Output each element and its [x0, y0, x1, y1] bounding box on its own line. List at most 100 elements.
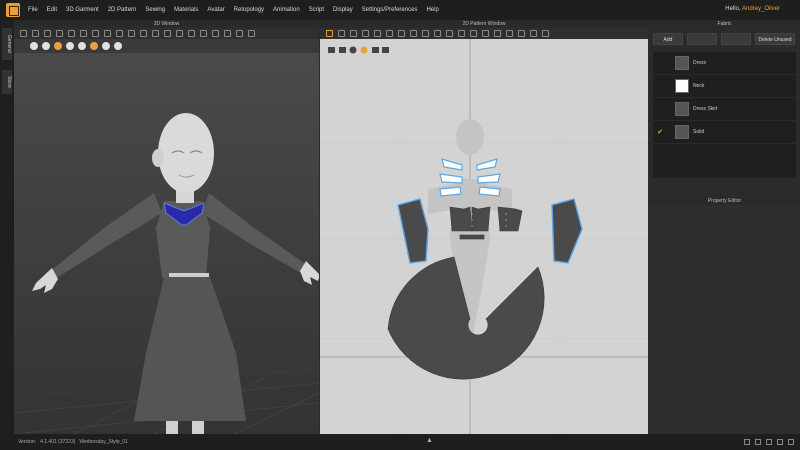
render-icon[interactable] — [66, 42, 74, 50]
select-move-icon[interactable] — [32, 30, 39, 37]
tab-general[interactable]: General — [2, 28, 12, 60]
tab-store[interactable]: Store — [2, 70, 12, 94]
app-logo-icon[interactable] — [6, 3, 20, 17]
fabric-item[interactable]: Dress Skirt — [653, 98, 796, 121]
texture-display-icon[interactable] — [54, 42, 62, 50]
fabric-buttons: Add Delete Unused — [649, 28, 800, 50]
menu-3d-garment[interactable]: 3D Garment — [66, 7, 99, 13]
avatar-head — [158, 113, 214, 193]
menu-script[interactable]: Script — [309, 7, 324, 13]
fabric-display-icon[interactable] — [30, 42, 38, 50]
menu-sewing[interactable]: Sewing — [145, 7, 165, 13]
username[interactable]: Andrey_Oliver — [742, 6, 780, 12]
polygon-icon[interactable] — [374, 30, 381, 37]
avatar-scene — [14, 113, 319, 434]
avatar-legs — [166, 421, 204, 434]
select-mesh-icon[interactable] — [20, 30, 27, 37]
fabric-swatch — [675, 56, 689, 70]
screenshot-icon[interactable] — [755, 439, 761, 445]
wind-icon[interactable] — [248, 30, 255, 37]
line-icon[interactable] — [188, 30, 195, 37]
delete-unused-button[interactable]: Delete Unused — [755, 33, 795, 45]
menu-2d-pattern[interactable]: 2D Pattern — [108, 7, 137, 13]
menu-display[interactable]: Display — [333, 7, 353, 13]
grid-icon[interactable] — [766, 439, 772, 445]
pin-icon[interactable] — [68, 30, 75, 37]
internal-polygon-icon[interactable] — [410, 30, 417, 37]
display-iconbar — [14, 39, 319, 53]
zipper-icon[interactable] — [128, 30, 135, 37]
avatar-display-icon[interactable] — [42, 42, 50, 50]
menu-help[interactable]: Help — [426, 7, 438, 13]
fabric-swatch — [675, 102, 689, 116]
layout-icon[interactable] — [744, 439, 750, 445]
notch-icon[interactable] — [518, 30, 525, 37]
fabric-title: Fabric — [649, 20, 800, 28]
menu-settings[interactable]: Settings/Preferences — [362, 7, 418, 13]
viewport-3d[interactable] — [14, 53, 319, 434]
skin-icon[interactable] — [90, 42, 98, 50]
menu-retopology[interactable]: Retopology — [234, 7, 264, 13]
add-fabric-button[interactable]: Add — [653, 33, 683, 45]
menu-edit[interactable]: Edit — [47, 7, 57, 13]
fullscreen-icon[interactable] — [777, 439, 783, 445]
check-sewing-icon[interactable] — [470, 30, 477, 37]
snap-icon[interactable] — [224, 30, 231, 37]
fabric-item[interactable]: ✔ Solid — [653, 121, 796, 144]
avatar-ear — [152, 149, 164, 167]
button-tool-icon[interactable] — [116, 30, 123, 37]
stitch-icon[interactable] — [104, 30, 111, 37]
right-panel: Fabric Add Delete Unused Dress Neck Dres… — [649, 20, 800, 450]
toolbar-2d — [320, 28, 648, 39]
window-2d-title: 2D Pattern Window — [320, 20, 648, 28]
apply-fabric-button[interactable] — [721, 33, 751, 45]
graphic-icon[interactable] — [140, 30, 147, 37]
fold-arrange-icon[interactable] — [530, 30, 537, 37]
avatar-tool-icon[interactable] — [164, 30, 171, 37]
trace-icon[interactable] — [434, 30, 441, 37]
add-point-icon[interactable] — [362, 30, 369, 37]
greeting-text: Hello, — [725, 6, 741, 12]
fold-icon[interactable] — [56, 30, 63, 37]
menu-animation[interactable]: Animation — [273, 7, 300, 13]
avatar-belt — [169, 273, 209, 277]
edit-pattern-icon[interactable] — [338, 30, 345, 37]
fabric-name: Solid — [693, 129, 705, 135]
transform-pattern-icon[interactable] — [326, 30, 333, 37]
file-name: Wednesday_Style_01 — [79, 439, 128, 445]
side-tabs: General Store — [0, 20, 14, 434]
viewport-2d[interactable] — [320, 39, 648, 434]
version-value: 4.1.401 (37223) — [40, 439, 76, 445]
elastic-icon[interactable] — [482, 30, 489, 37]
texture-icon[interactable] — [152, 30, 159, 37]
annotation-icon[interactable] — [542, 30, 549, 37]
light-icon[interactable] — [114, 42, 122, 50]
measure-icon[interactable] — [176, 30, 183, 37]
menu-file[interactable]: File — [28, 7, 38, 13]
avatar-shape-icon[interactable] — [78, 42, 86, 50]
tack-icon[interactable] — [44, 30, 51, 37]
edit-texture-icon[interactable] — [494, 30, 501, 37]
reset-icon[interactable] — [236, 30, 243, 37]
menu-avatar[interactable]: Avatar — [207, 7, 224, 13]
free-sewing-icon[interactable] — [458, 30, 465, 37]
arrange-icon[interactable] — [212, 30, 219, 37]
copy-fabric-button[interactable] — [687, 33, 717, 45]
ruler-icon[interactable] — [80, 30, 87, 37]
circle-icon[interactable] — [398, 30, 405, 37]
view-icons — [328, 46, 389, 54]
fabric-item[interactable]: Dress — [653, 52, 796, 75]
fabric-item[interactable]: Neck — [653, 75, 796, 98]
symmetry-icon[interactable] — [506, 30, 513, 37]
point-icon[interactable] — [200, 30, 207, 37]
brush-icon[interactable] — [92, 30, 99, 37]
expand-up-icon[interactable]: ▲ — [426, 437, 433, 444]
dart-icon[interactable] — [422, 30, 429, 37]
rectangle-icon[interactable] — [386, 30, 393, 37]
user-greeting: Hello, Andrey_Oliver — [725, 6, 780, 12]
edit-curvature-icon[interactable] — [350, 30, 357, 37]
segment-sewing-icon[interactable] — [446, 30, 453, 37]
pose-icon[interactable] — [102, 42, 110, 50]
settings-icon[interactable] — [788, 439, 794, 445]
menu-materials[interactable]: Materials — [174, 7, 198, 13]
